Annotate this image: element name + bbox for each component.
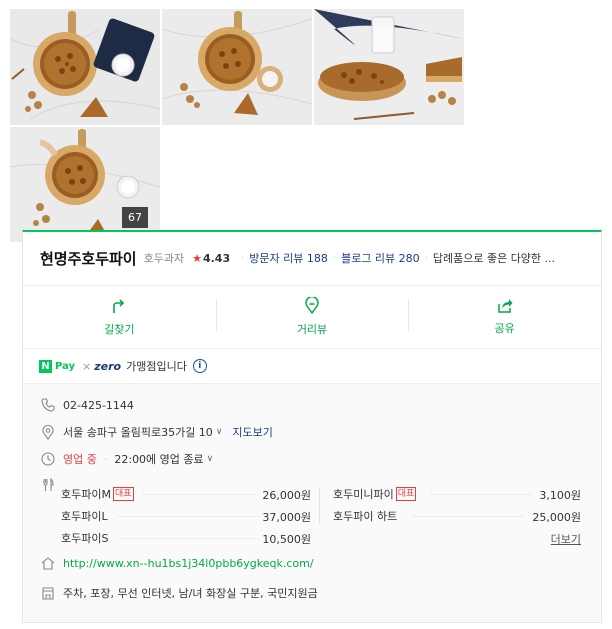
homepage-link[interactable]: http://www.xn--hu1bs1j34l0pbb6ygkeqk.com… [63, 557, 314, 570]
address-row: 서울 송파구 올림픽로35가길 10 ∨ 지도보기 [39, 424, 273, 440]
street-view-icon [305, 297, 319, 314]
chevron-down-icon[interactable]: ∨ [216, 427, 223, 437]
menu-item-name: 호두파이 하트 [333, 510, 398, 523]
menu-row: 호두파이L 37,000원 호두파이 하트 25,000원 [61, 507, 581, 529]
info-icon[interactable]: i [192, 359, 207, 373]
share-label: 공유 [494, 322, 515, 335]
divider: · [241, 252, 245, 264]
menu-item-name: 호두파이L [61, 510, 108, 523]
share-icon [497, 299, 513, 313]
closing-time[interactable]: 22:00에 영업 종료 [114, 451, 203, 467]
leader-line [119, 538, 258, 539]
map-link[interactable]: 지도보기 [232, 424, 272, 440]
photo-3[interactable] [314, 9, 464, 125]
location-pin-icon [39, 424, 57, 440]
leader-line [119, 516, 258, 517]
signature-badge: 대표 [395, 487, 417, 501]
leader-line [413, 516, 523, 517]
menu-item-name: 호두미니파이 [333, 488, 394, 501]
menu-item[interactable]: 호두미니파이 대표 [333, 485, 417, 503]
menu-item-price: 25,000원 [532, 511, 581, 524]
photo-count-badge[interactable]: 67 [122, 207, 148, 228]
place-name: 현명주호두파이 [40, 249, 137, 268]
divider: · [332, 252, 337, 264]
street-view-label: 거리뷰 [296, 323, 328, 336]
menu-item[interactable]: 호두파이S [61, 529, 108, 547]
menu-item[interactable]: 호두파이 하트 [333, 507, 397, 525]
place-info-card: 현명주호두파이 호두과자 ★ 4.43 · 방문자 리뷰 188 · 블로그 리… [22, 230, 602, 623]
directions-icon [113, 298, 125, 313]
menu-item-price: 3,100원 [539, 489, 581, 502]
menu-row: 호두파이M 대표 26,000원 호두미니파이 대표 3,100원 [61, 485, 581, 507]
building-icon [39, 586, 57, 600]
photo-2[interactable] [162, 9, 312, 125]
menu-item-price: 10,500원 [262, 533, 311, 546]
photo-grid: 67 [10, 9, 465, 242]
menu-item[interactable]: 호두파이M 대표 [61, 485, 134, 503]
photo-4[interactable]: 67 [10, 127, 160, 242]
npay-zero-banner: N Pay × zero 가맹점입니다 i [39, 358, 207, 374]
divider: · [103, 452, 108, 466]
visitor-reviews-link[interactable]: 방문자 리뷰 188 [249, 250, 328, 266]
naver-n-icon: N [39, 359, 52, 373]
leader-line [143, 494, 258, 495]
chevron-down-icon[interactable]: ∨ [207, 454, 214, 464]
rating-value: 4.43 [202, 251, 231, 265]
action-bar: 길찾기 거리뷰 공유 [23, 285, 601, 349]
menu-icon-row [39, 478, 63, 492]
menu-item-price: 26,000원 [262, 489, 311, 502]
menu-item-name: 호두파이S [61, 532, 109, 545]
menu-item[interactable]: 호두파이L [61, 507, 108, 525]
directions-button[interactable]: 길찾기 [23, 286, 216, 348]
menu-list: 호두파이M 대표 26,000원 호두미니파이 대표 3,100원 호두파이L [61, 485, 581, 551]
star-icon: ★ [192, 251, 202, 265]
phone-number[interactable]: 02-425-1144 [63, 399, 134, 412]
zeropay-logo: zero [94, 359, 122, 373]
menu-item-price: 37,000원 [262, 511, 311, 524]
clock-icon [39, 452, 57, 466]
menu-more-link[interactable]: 더보기 [551, 531, 581, 547]
share-button[interactable]: 공유 [408, 286, 601, 348]
title-row: 현명주호두파이 호두과자 ★ 4.43 · 방문자 리뷰 188 · 블로그 리… [23, 232, 601, 284]
divider: · [424, 252, 428, 264]
directions-label: 길찾기 [104, 322, 135, 336]
phone-icon [39, 398, 57, 412]
open-status: 영업 중 [63, 453, 97, 466]
amenities-row: 주차, 포장, 무선 인터넷, 남/녀 화장실 구분, 국민지원금 [39, 585, 318, 601]
blog-reviews-link[interactable]: 블로그 리뷰 280 [341, 250, 420, 266]
times-sign: × [82, 359, 92, 373]
franchise-text: 가맹점입니다 [126, 360, 187, 373]
hours-row: 영업 중 · 22:00에 영업 종료 ∨ [39, 451, 213, 467]
fork-knife-icon [39, 478, 57, 492]
amenities-text: 주차, 포장, 무선 인터넷, 남/녀 화장실 구분, 국민지원금 [63, 587, 318, 600]
signature-badge: 대표 [112, 487, 134, 501]
homepage-row: http://www.xn--hu1bs1j34l0pbb6ygkeqk.com… [39, 557, 314, 570]
menu-item-name: 호두파이M [61, 488, 111, 501]
address-text[interactable]: 서울 송파구 올림픽로35가길 10 [63, 424, 213, 440]
phone-row: 02-425-1144 [39, 398, 134, 412]
street-view-button[interactable]: 거리뷰 [215, 286, 409, 348]
place-page: 67 현명주호두파이 호두과자 ★ 4.43 · 방문자 리뷰 188 · 블로… [0, 0, 612, 629]
pay-text: Pay [55, 360, 76, 372]
home-icon [39, 557, 57, 570]
details-section: 02-425-1144 서울 송파구 올림픽로35가길 10 ∨ 지도보기 영업… [23, 383, 601, 622]
place-description: 답례품으로 좋은 다양한 ... [432, 252, 556, 265]
leader-line [431, 494, 531, 495]
photo-1[interactable] [10, 9, 160, 125]
place-category: 호두과자 [143, 252, 185, 265]
menu-row: 호두파이S 10,500원 더보기 [61, 529, 581, 551]
